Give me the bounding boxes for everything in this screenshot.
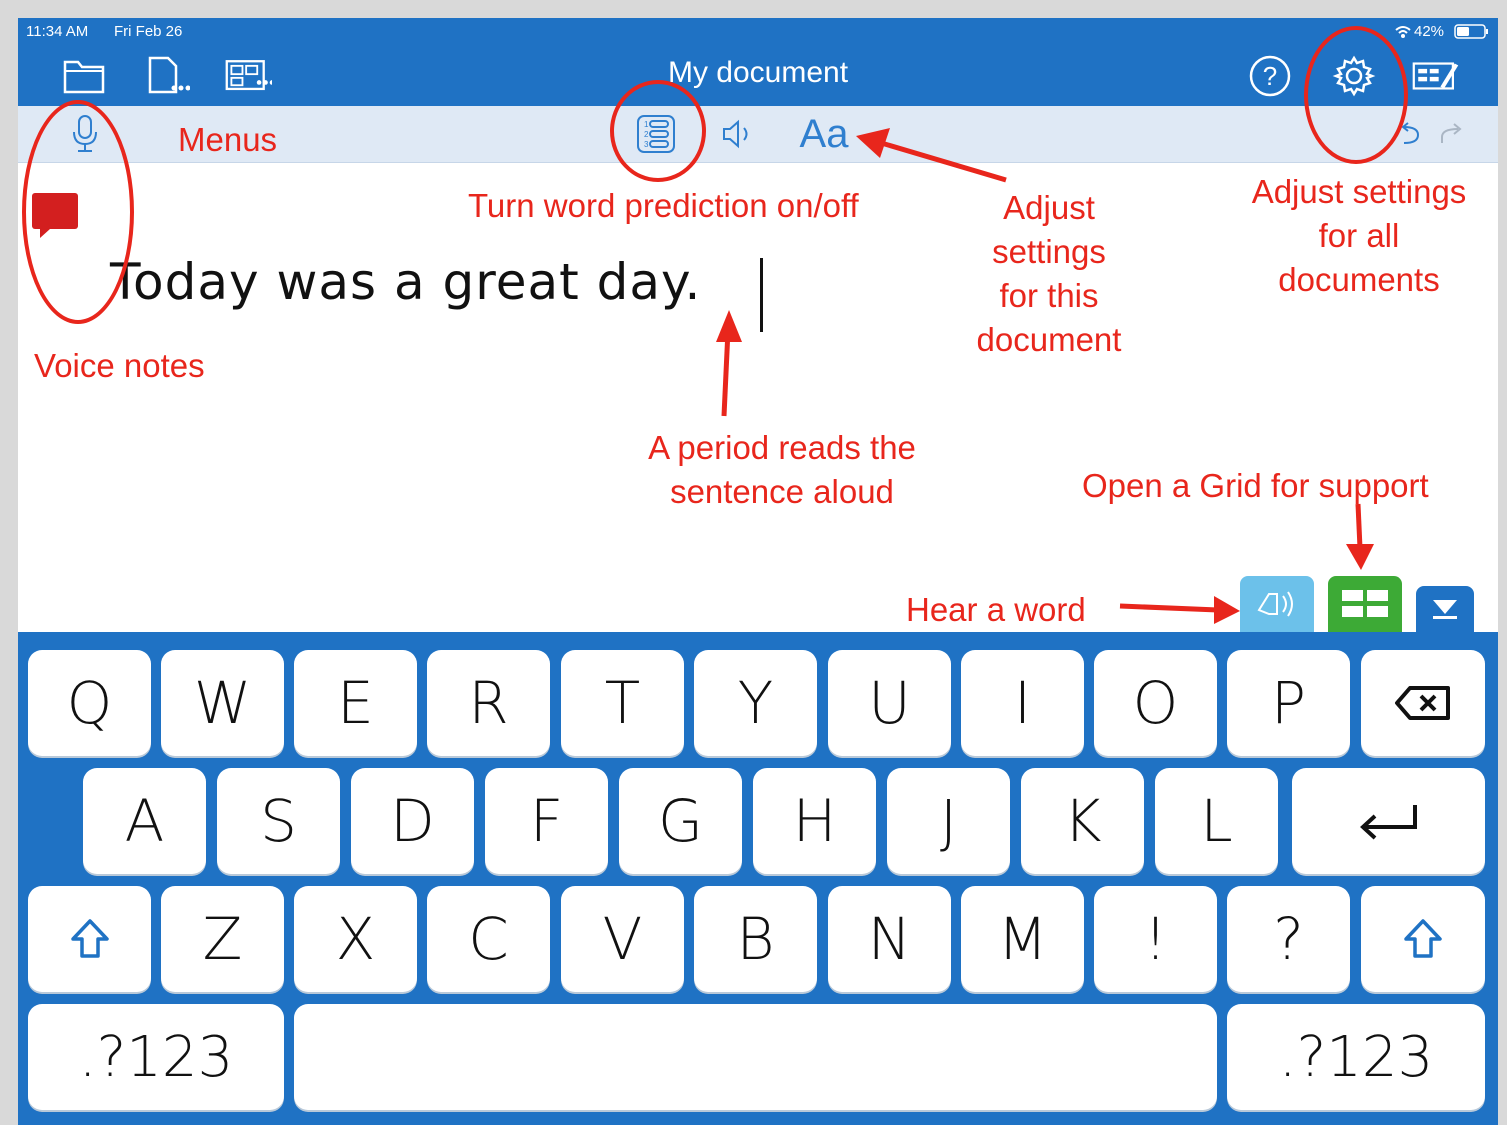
backspace-icon [1395, 686, 1450, 720]
space-key[interactable] [294, 1004, 1217, 1110]
key-a[interactable]: A [83, 768, 206, 874]
key-question[interactable]: ? [1227, 886, 1350, 992]
key-j[interactable]: J [887, 768, 1010, 874]
return-icon [1359, 805, 1417, 840]
app-screen: 11:34 AM Fri Feb 26 42% My document ? 1 … [18, 18, 1498, 1125]
key-n[interactable]: N [828, 886, 951, 992]
key-r[interactable]: R [427, 650, 550, 756]
annotation-arrows [716, 128, 1374, 624]
key-e[interactable]: E [294, 650, 417, 756]
key-y[interactable]: Y [694, 650, 817, 756]
key-o[interactable]: O [1094, 650, 1217, 756]
numbers-key-left[interactable]: .?123 [28, 1004, 284, 1110]
key-p[interactable]: P [1227, 650, 1350, 756]
key-h[interactable]: H [753, 768, 876, 874]
shift-icon [70, 919, 109, 958]
key-d[interactable]: D [351, 768, 474, 874]
key-b[interactable]: B [694, 886, 817, 992]
numbers-key-right[interactable]: .?123 [1227, 1004, 1485, 1110]
key-exclamation[interactable]: ! [1094, 886, 1217, 992]
key-u[interactable]: U [828, 650, 951, 756]
key-i[interactable]: I [961, 650, 1084, 756]
key-v[interactable]: V [561, 886, 684, 992]
key-l[interactable]: L [1155, 768, 1278, 874]
key-k[interactable]: K [1021, 768, 1144, 874]
key-m[interactable]: M [961, 886, 1084, 992]
key-c[interactable]: C [427, 886, 550, 992]
shift-key-left[interactable] [28, 886, 151, 992]
key-s[interactable]: S [217, 768, 340, 874]
shift-key-right[interactable] [1361, 886, 1485, 992]
key-t[interactable]: T [561, 650, 684, 756]
return-key[interactable] [1292, 768, 1485, 874]
key-z[interactable]: Z [161, 886, 284, 992]
key-w[interactable]: W [161, 650, 284, 756]
key-f[interactable]: F [485, 768, 608, 874]
key-q[interactable]: Q [28, 650, 151, 756]
backspace-key[interactable] [1361, 650, 1485, 756]
key-x[interactable]: X [294, 886, 417, 992]
key-g[interactable]: G [619, 768, 742, 874]
shift-icon [1404, 919, 1442, 958]
keyboard: Q W E R T Y U I O P A S D F G H J K L Z … [18, 632, 1498, 1125]
